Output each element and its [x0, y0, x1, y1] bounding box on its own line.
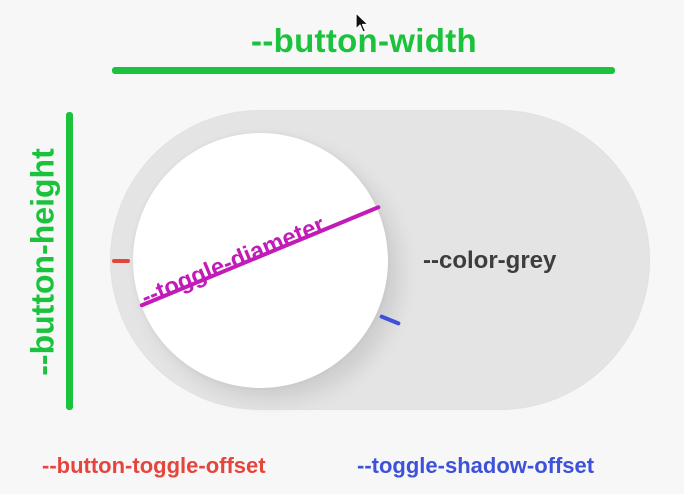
- toggle-diagram: --button-width --button-height --color-g…: [0, 0, 684, 494]
- button-height-dimension-line: [66, 112, 73, 410]
- button-height-label: --button-height: [24, 148, 61, 376]
- button-width-dimension-line: [112, 67, 615, 74]
- color-grey-label: --color-grey: [423, 247, 557, 274]
- button-toggle-offset-label: --button-toggle-offset: [42, 453, 266, 478]
- button-width-label: --button-width: [251, 22, 477, 59]
- button-toggle-offset-mark: [112, 259, 130, 263]
- toggle-shadow-offset-label: --toggle-shadow-offset: [357, 453, 595, 478]
